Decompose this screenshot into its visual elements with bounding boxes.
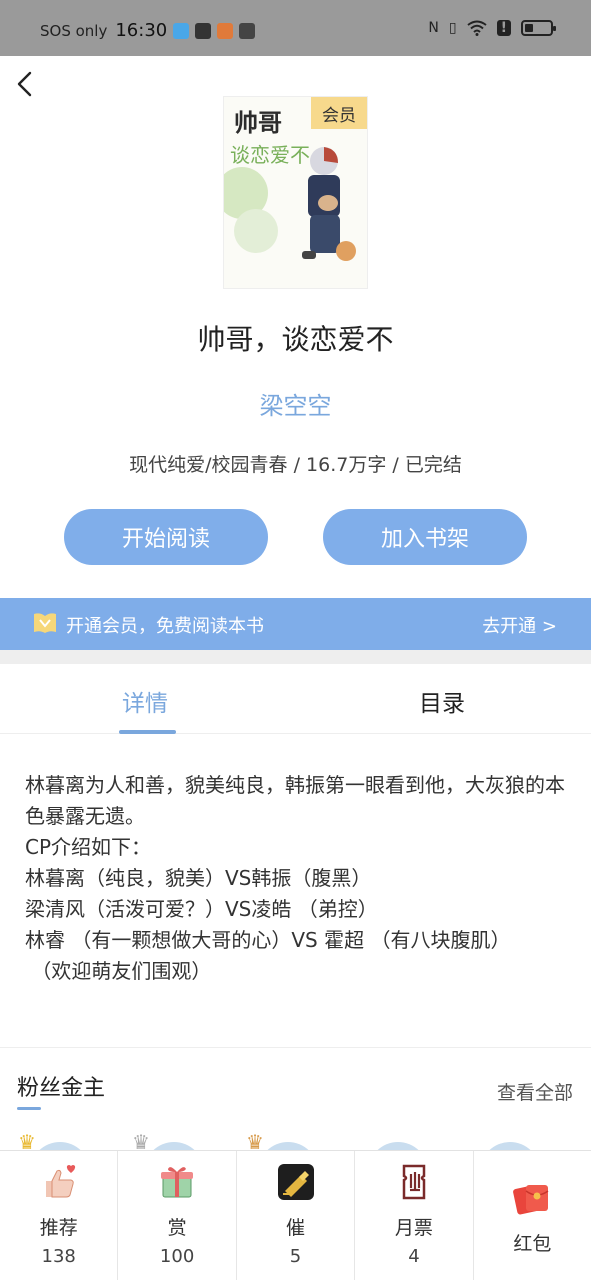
reward-label: 赏 bbox=[167, 1217, 187, 1239]
back-arrow-icon[interactable] bbox=[12, 68, 40, 100]
bronze-crown-icon: ♛ bbox=[246, 1130, 264, 1152]
clock: 16:30 bbox=[115, 20, 168, 41]
book-title: 帅哥，谈恋爱不 bbox=[197, 323, 394, 356]
section-gap bbox=[0, 650, 591, 664]
app-notification-icon bbox=[173, 22, 190, 39]
gift-icon bbox=[161, 1167, 194, 1198]
red-envelope-icon bbox=[513, 1185, 549, 1215]
description-line: 梁清风（活泼可爱？）VS凌皓 （弟控） bbox=[25, 897, 378, 921]
monthly-ticket-count: 4 bbox=[408, 1246, 420, 1267]
upload-icon bbox=[195, 22, 212, 39]
ticket-icon bbox=[402, 1164, 426, 1200]
vip-banner[interactable]: 开通会员，免费阅读本书 去开通 > bbox=[0, 598, 591, 650]
start-reading-button[interactable]: 开始阅读 bbox=[64, 509, 268, 565]
description-line: CP介绍如下： bbox=[25, 835, 152, 859]
wifi-icon bbox=[466, 20, 487, 36]
reward-count: 100 bbox=[159, 1246, 195, 1267]
bottom-action-bar: 推荐 138 赏 100 催 5 月票 4 红包 bbox=[0, 1150, 591, 1280]
status-bar: SOS only 16:30 N ▯ ! bbox=[0, 0, 591, 56]
monthly-ticket-button[interactable]: 月票 4 bbox=[355, 1151, 474, 1280]
silver-crown-icon: ♛ bbox=[132, 1130, 150, 1152]
description-line: 林睿 （有一颗想做大哥的心）VS 霍超 （有八块腹肌） bbox=[25, 928, 511, 952]
description-line: （欢迎萌友们围观） bbox=[25, 959, 212, 983]
book-description: 林暮离为人和善，貌美纯良，韩振第一眼看到他，大灰狼的本色暴露无遗。 CP介绍如下… bbox=[25, 770, 565, 987]
description-line: 林暮离为人和善，貌美纯良，韩振第一眼看到他，大灰狼的本色暴露无遗。 bbox=[25, 773, 565, 828]
reward-button[interactable]: 赏 100 bbox=[118, 1151, 237, 1280]
book-icon bbox=[34, 613, 56, 633]
recommend-count: 138 bbox=[41, 1246, 76, 1267]
view-all-link[interactable]: 查看全部 bbox=[497, 1078, 573, 1105]
fans-avatar-row: ♛ ♛ ♛ bbox=[0, 1128, 591, 1152]
vip-badge: 会员 bbox=[311, 97, 367, 129]
thumbs-up-icon bbox=[45, 1165, 75, 1198]
divider bbox=[0, 1047, 591, 1048]
urge-icon bbox=[277, 1164, 314, 1200]
battery-icon bbox=[521, 20, 556, 36]
author-link[interactable]: 梁空空 bbox=[0, 386, 591, 421]
recommend-label: 推荐 bbox=[39, 1217, 78, 1239]
vibrate-icon: ▯ bbox=[448, 20, 457, 36]
gold-crown-icon: ♛ bbox=[18, 1130, 36, 1152]
description-line: 林暮离（纯良，貌美）VS韩振（腹黑） bbox=[25, 866, 372, 890]
add-to-shelf-button[interactable]: 加入书架 bbox=[323, 509, 527, 565]
cover-illustration bbox=[302, 147, 356, 261]
book-cover[interactable]: 帅哥 谈恋爱不 会员 bbox=[223, 96, 368, 289]
red-envelope-button[interactable]: 红包 bbox=[474, 1151, 591, 1280]
tab-indicator bbox=[119, 730, 176, 734]
book-meta: 现代纯爱/校园青春 / 16.7万字 / 已完结 bbox=[129, 454, 462, 476]
nfc-icon: N bbox=[428, 20, 439, 36]
cover-title: 帅哥 bbox=[234, 109, 282, 137]
tab-catalog[interactable]: 目录 bbox=[419, 684, 465, 718]
urge-count: 5 bbox=[289, 1246, 302, 1267]
game-icon bbox=[239, 22, 256, 39]
urge-label: 催 bbox=[286, 1217, 306, 1239]
alert-icon: ! bbox=[496, 20, 511, 36]
vip-banner-text: 开通会员，免费阅读本书 bbox=[66, 616, 264, 637]
cover-circle bbox=[234, 209, 278, 253]
novel-app-icon bbox=[217, 22, 234, 39]
fans-title-underline bbox=[17, 1107, 41, 1110]
tab-details[interactable]: 详情 bbox=[122, 684, 168, 718]
carrier-text: SOS only bbox=[40, 21, 108, 40]
open-vip-link[interactable]: 去开通 > bbox=[482, 612, 557, 638]
recommend-button[interactable]: 推荐 138 bbox=[0, 1151, 119, 1280]
red-envelope-label: 红包 bbox=[513, 1233, 552, 1255]
fans-section-title: 粉丝金主 bbox=[17, 1076, 106, 1101]
tab-bar: 详情 目录 bbox=[0, 664, 591, 734]
monthly-ticket-label: 月票 bbox=[394, 1217, 433, 1239]
urge-button[interactable]: 催 5 bbox=[237, 1151, 356, 1280]
